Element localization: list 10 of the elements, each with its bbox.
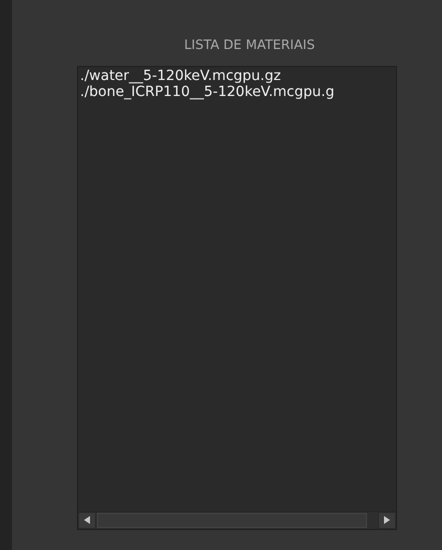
horizontal-scrollbar[interactable] [78, 510, 396, 528]
scroll-right-button[interactable] [378, 512, 396, 528]
left-arrow-icon [84, 516, 90, 524]
list-title: LISTA DE MATERIAIS [183, 37, 315, 55]
materials-list[interactable]: ./water__5-120keV.mcgpu.gz ./bone_ICRP110__5-120keV.mcgpu.g [77, 66, 397, 530]
scrollbar-thumb[interactable] [97, 512, 367, 528]
list-item[interactable]: ./bone_ICRP110__5-120keV.mcgpu.g [80, 84, 334, 100]
right-arrow-icon [384, 516, 390, 524]
scroll-left-button[interactable] [78, 512, 96, 528]
list-item[interactable]: ./water__5-120keV.mcgpu.gz [80, 68, 281, 84]
